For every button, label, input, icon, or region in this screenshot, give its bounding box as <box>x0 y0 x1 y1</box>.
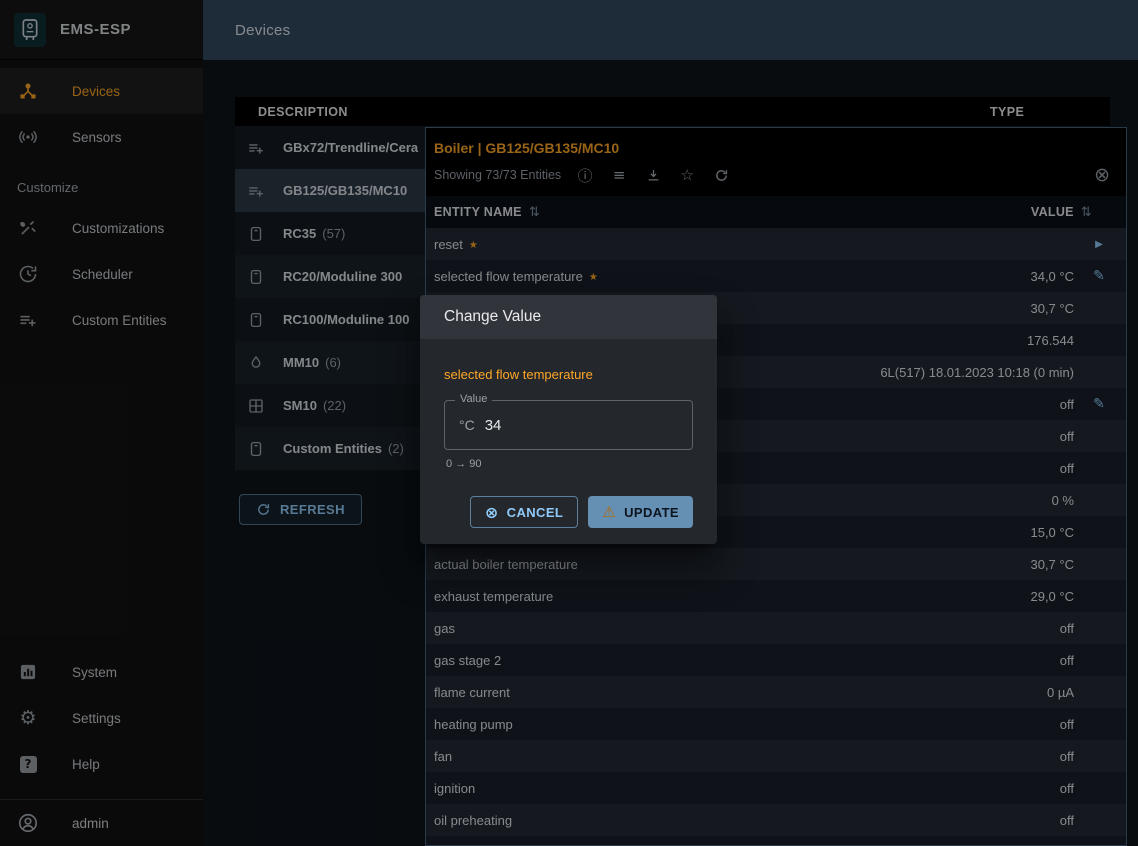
cancel-icon: ⊗ <box>485 503 499 522</box>
input-label: Value <box>455 393 492 405</box>
update-button[interactable]: ⚠ UPDATE <box>588 496 693 528</box>
dialog-body: selected flow temperature Value °C 34 0 … <box>420 339 717 544</box>
change-value-dialog: Change Value selected flow temperature V… <box>420 295 717 544</box>
update-button-label: UPDATE <box>624 505 679 520</box>
entity-label: selected flow temperature <box>444 339 693 382</box>
warning-icon: ⚠ <box>602 503 616 521</box>
ems-esp-app: EMS-ESP Devices Sensors Customize Cust <box>0 0 1138 846</box>
dialog-title: Change Value <box>420 295 717 339</box>
cancel-button[interactable]: ⊗ CANCEL <box>470 496 578 528</box>
value-range-hint: 0 → 90 <box>444 458 693 470</box>
unit-adornment: °C <box>459 417 475 433</box>
value-input[interactable]: Value °C 34 <box>444 400 693 450</box>
cancel-button-label: CANCEL <box>507 505 564 520</box>
dialog-actions: ⊗ CANCEL ⚠ UPDATE <box>444 496 693 528</box>
input-value: 34 <box>485 417 502 434</box>
